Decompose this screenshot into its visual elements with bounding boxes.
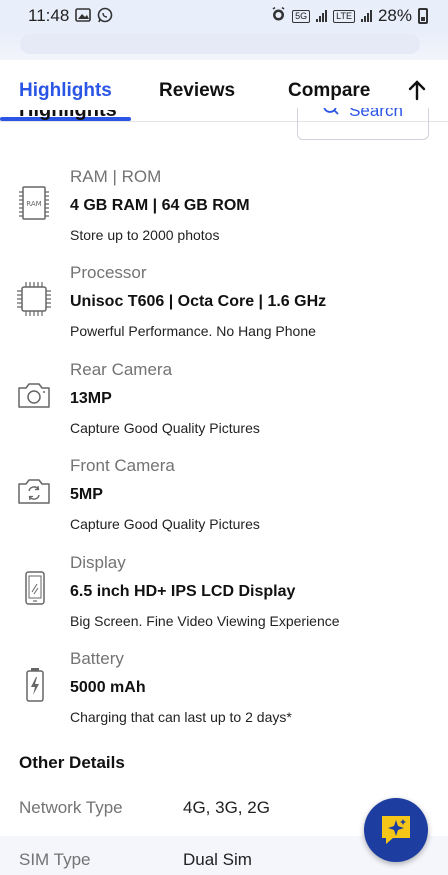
- collapsed-search-strip: [0, 32, 448, 60]
- detail-key: SIM Type: [19, 850, 91, 869]
- network-badge-2: LTE: [333, 9, 355, 23]
- network-badge-1: 5G: [292, 9, 311, 23]
- signal-1-icon: [316, 10, 328, 22]
- status-left: 11:48: [28, 6, 113, 26]
- detail-value: 4G, 3G, 2G: [183, 798, 270, 817]
- status-right: 5G LTE 28%: [271, 6, 428, 26]
- other-details-heading: Other Details: [19, 753, 125, 772]
- sparkle-chat-icon: [382, 816, 410, 844]
- gallery-icon: [75, 7, 92, 25]
- battery-icon: [16, 666, 52, 702]
- spec-description: Capture Good Quality Pictures: [70, 516, 260, 532]
- signal-2-icon: [360, 10, 372, 22]
- spec-description: Capture Good Quality Pictures: [70, 420, 260, 436]
- processor-icon: [16, 281, 52, 317]
- spec-description: Charging that can last up to 2 days*: [70, 709, 292, 725]
- spec-value: 5MP: [70, 486, 103, 503]
- spec-label: Battery: [70, 649, 124, 668]
- whatsapp-icon: [97, 7, 113, 26]
- spec-value: 6.5 inch HD+ IPS LCD Display: [70, 583, 296, 600]
- spec-description: Big Screen. Fine Video Viewing Experienc…: [70, 613, 340, 629]
- search-button[interactable]: Search: [297, 108, 429, 140]
- front-camera-icon: [16, 476, 52, 512]
- spec-description: Powerful Performance. No Hang Phone: [70, 323, 316, 339]
- spec-label: Display: [70, 553, 126, 572]
- status-bar: 11:48 5G LTE 28%: [0, 0, 448, 32]
- rear-camera-icon: [16, 380, 52, 416]
- battery-status-icon: [418, 8, 428, 24]
- spec-value: Unisoc T606 | Octa Core | 1.6 GHz: [70, 293, 327, 310]
- spec-label: Processor: [70, 263, 147, 282]
- battery-percent: 28%: [377, 6, 412, 25]
- spec-label: Rear Camera: [70, 360, 173, 379]
- spec-value: 4 GB RAM | 64 GB ROM: [70, 197, 250, 214]
- display-icon: [16, 570, 52, 606]
- alarm-icon: [271, 6, 286, 25]
- assistant-fab-button[interactable]: [364, 798, 428, 862]
- detail-key: Network Type: [19, 798, 123, 817]
- ram-chip-text: RAM: [26, 200, 41, 208]
- detail-value: Dual Sim: [183, 850, 252, 869]
- search-button-label: Search: [349, 108, 403, 120]
- spec-label: Front Camera: [70, 456, 175, 475]
- scroll-to-top-icon[interactable]: [404, 78, 430, 104]
- ram-chip-icon: RAM: [16, 185, 52, 221]
- search-icon: [323, 108, 339, 115]
- section-title: Highlights: [19, 110, 117, 121]
- tab-reviews[interactable]: Reviews: [159, 60, 235, 122]
- spec-value: 5000 mAh: [70, 679, 146, 696]
- spec-description: Store up to 2000 photos: [70, 227, 220, 243]
- status-time: 11:48: [28, 6, 70, 25]
- spec-value: 13MP: [70, 390, 112, 407]
- spec-label: RAM | ROM: [70, 167, 162, 186]
